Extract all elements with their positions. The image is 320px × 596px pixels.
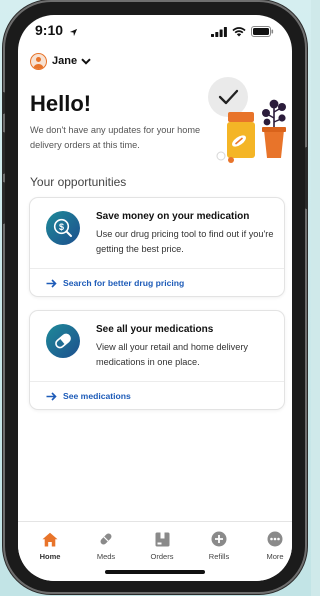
home-indicator	[105, 570, 205, 574]
svg-text:$: $	[59, 222, 64, 232]
volume-up-button	[2, 132, 5, 174]
power-button	[305, 147, 308, 209]
pill-icon	[46, 324, 80, 358]
opportunities-heading: Your opportunities	[30, 175, 127, 189]
more-icon	[255, 530, 292, 548]
phone-frame: 9:10 Jane Hello! We don't have any updat…	[2, 2, 308, 592]
check-bubble	[208, 77, 248, 117]
tab-more[interactable]: More	[255, 530, 292, 561]
card-divider	[30, 268, 284, 269]
pill-icon	[86, 530, 126, 548]
card-title: Save money on your medication	[96, 211, 250, 222]
greeting-title: Hello!	[30, 91, 92, 116]
profile-name: Jane	[52, 55, 78, 67]
card-title: See all your medications	[96, 324, 214, 335]
location-arrow-icon	[69, 24, 78, 42]
avatar	[30, 52, 47, 70]
tab-label: Refills	[208, 552, 230, 561]
status-indicators	[211, 24, 274, 42]
tab-home[interactable]: Home	[30, 530, 70, 561]
card-description: View all your retail and home delivery m…	[96, 342, 249, 367]
pill-bottle-icon	[227, 112, 255, 158]
box-icon	[142, 530, 182, 548]
profile-switcher[interactable]: Jane	[30, 52, 91, 70]
arrow-right-icon	[46, 278, 57, 288]
see-medications-link[interactable]: See medications	[46, 391, 131, 401]
tab-refills[interactable]: Refills	[199, 530, 239, 561]
link-label: See medications	[63, 391, 131, 401]
medication-illustration	[198, 70, 290, 166]
tab-label: More	[266, 552, 284, 561]
bottom-tab-bar: Home Meds Orders Refills More	[18, 521, 292, 581]
dollar-search-icon: $	[46, 211, 80, 245]
home-icon	[30, 530, 70, 548]
signal-icon	[211, 24, 227, 42]
tab-orders[interactable]: Orders	[142, 530, 182, 561]
card-divider	[30, 381, 284, 382]
app-screen: 9:10 Jane Hello! We don't have any updat…	[18, 15, 292, 581]
greeting-message: We don't have any updates for your home …	[30, 125, 201, 150]
status-bar: 9:10	[18, 15, 292, 45]
plus-circle-icon	[199, 530, 239, 548]
wifi-icon	[232, 24, 246, 42]
volume-down-button	[2, 182, 5, 224]
save-money-card: $ Save money on your medication Use our …	[29, 197, 285, 297]
card-description: Use our drug pricing tool to find out if…	[96, 229, 274, 254]
tab-label: Home	[39, 552, 61, 561]
see-medications-card: See all your medications View all your r…	[29, 310, 285, 410]
mute-switch	[2, 92, 5, 114]
plant-pot-icon	[262, 99, 286, 158]
chevron-down-icon	[81, 52, 91, 70]
arrow-right-icon	[46, 391, 57, 401]
tab-meds[interactable]: Meds	[86, 530, 126, 561]
tab-label: Orders	[150, 552, 174, 561]
search-drug-pricing-link[interactable]: Search for better drug pricing	[46, 278, 184, 288]
tab-label: Meds	[96, 552, 116, 561]
battery-icon	[251, 24, 274, 42]
link-label: Search for better drug pricing	[63, 278, 185, 288]
status-time: 9:10	[35, 22, 64, 38]
